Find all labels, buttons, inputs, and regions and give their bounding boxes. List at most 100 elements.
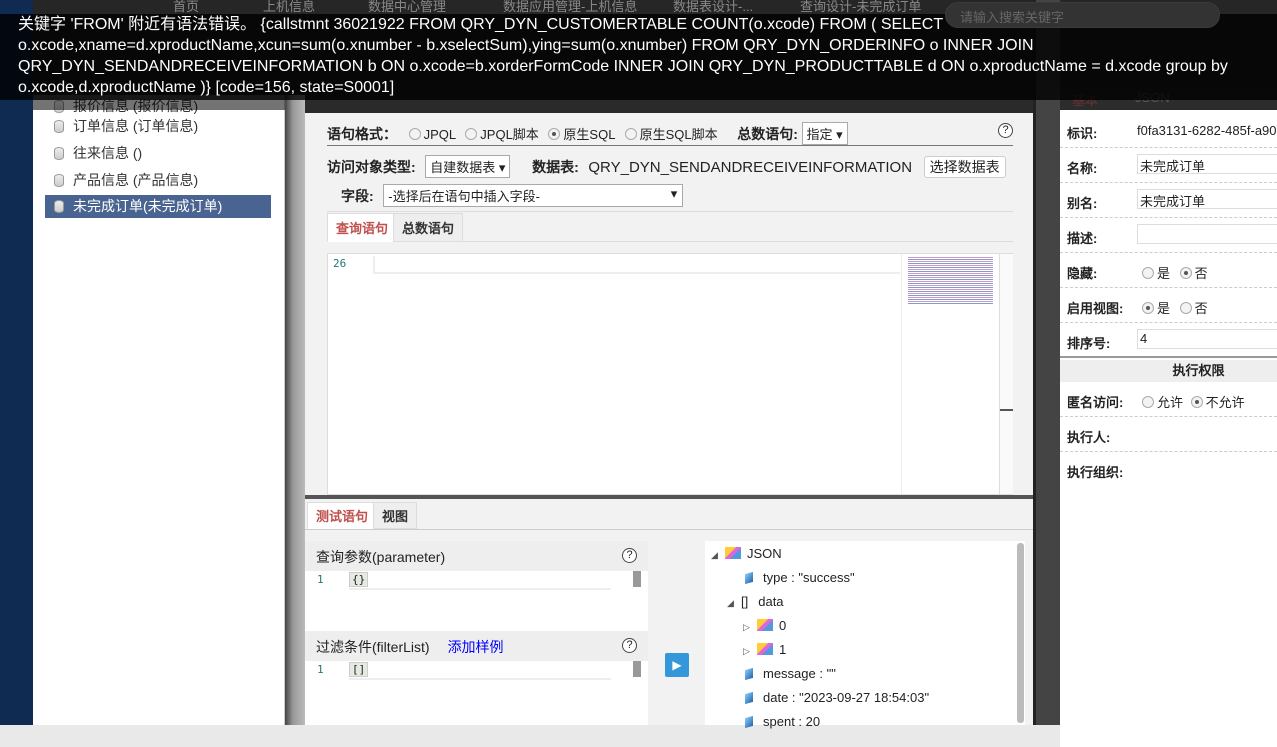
tab-machine-info[interactable]: 上机信息	[263, 0, 315, 14]
prop-exec-org: 执行组织:	[1067, 465, 1124, 480]
database-icon	[54, 200, 64, 213]
tab-data-center[interactable]: 数据中心管理	[368, 0, 446, 14]
field-select[interactable]: -选择后在语句中插入字段- ▾	[383, 184, 684, 207]
tab-home[interactable]: 首页	[173, 0, 199, 14]
tree-node[interactable]: date : "2023-09-27 18:54:03"	[745, 690, 929, 705]
prop-executor: 执行人:	[1060, 417, 1277, 452]
list-item[interactable]: 订单信息 (订单信息)	[45, 115, 271, 138]
filter-editor[interactable]: []	[349, 661, 611, 680]
count-select[interactable]: 指定 ▾	[801, 122, 848, 145]
tab-test-statement[interactable]: 测试语句	[307, 502, 378, 529]
access-select[interactable]: 自建数据表 ▾	[425, 155, 511, 178]
tab-query-statement[interactable]: 查询语句	[327, 213, 398, 242]
run-button[interactable]: ▶	[665, 653, 689, 677]
param-editor[interactable]: {}	[349, 571, 611, 590]
scrollbar[interactable]	[1017, 543, 1024, 723]
radio-view-no[interactable]: 否	[1179, 301, 1208, 316]
section-exec-permission: 执行权限	[1060, 360, 1277, 382]
prop-order: 排序号: 4	[1060, 323, 1277, 358]
divider	[305, 495, 1033, 499]
choose-table-button[interactable]: 选择数据表	[923, 156, 1006, 178]
radio-hidden-no[interactable]: 否	[1179, 266, 1208, 281]
database-icon	[54, 174, 64, 187]
splitter[interactable]	[1033, 0, 1060, 725]
prop-name: 名称: 未完成订单	[1060, 148, 1277, 183]
radio-allow[interactable]: 允许	[1142, 395, 1183, 410]
prop-alias: 别名: 未完成订单	[1060, 183, 1277, 218]
tree-node[interactable]: message : ""	[745, 666, 836, 681]
count-label: 总数语句:	[737, 126, 798, 142]
name-input[interactable]: 未完成订单	[1137, 154, 1277, 174]
tree-node-root[interactable]: ◢ JSON	[711, 546, 782, 561]
scrollbar[interactable]	[633, 571, 641, 587]
prop-anon: 匿名访问: 允许 不允许	[1060, 382, 1277, 417]
database-icon	[54, 120, 64, 133]
current-line	[373, 256, 900, 274]
help-icon[interactable]: ?	[998, 123, 1013, 138]
sql-editor[interactable]: 26	[327, 253, 1013, 495]
radio-jpql[interactable]: JPQL	[408, 127, 456, 142]
object-icon	[757, 619, 773, 631]
scrollbar[interactable]	[999, 254, 1013, 494]
value-icon	[745, 691, 753, 705]
prop-hidden: 隐藏: 是 否	[1060, 253, 1277, 288]
param-title: 查询参数(parameter)	[316, 549, 446, 565]
field-label: 字段:	[341, 188, 374, 204]
object-icon	[725, 547, 741, 559]
list-item[interactable]: 往来信息 ()	[45, 142, 271, 165]
tab-data-app[interactable]: 数据应用管理-上机信息	[503, 0, 637, 14]
description-input[interactable]	[1137, 224, 1277, 244]
prop-id: 标识: f0fa3131-6282-485f-a90	[1060, 113, 1277, 148]
tab-view[interactable]: 视图	[373, 502, 418, 529]
app-sidebar	[0, 0, 33, 725]
radio-native-sql-script[interactable]: 原生SQL脚本	[624, 127, 718, 142]
tab-count-statement[interactable]: 总数语句	[393, 213, 464, 242]
order-input[interactable]: 4	[1137, 329, 1277, 349]
value-icon	[745, 571, 753, 585]
splitter[interactable]	[285, 95, 305, 725]
add-sample-link[interactable]: 添加样例	[448, 639, 504, 655]
line-number: 26	[333, 257, 347, 270]
format-row: 语句格式： JPQL JPQL脚本 原生SQL 原生SQL脚本 总数语句: 指定…	[327, 122, 1013, 146]
list-item-label: 往来信息 ()	[73, 145, 143, 161]
tab-table-design[interactable]: 数据表设计-...	[673, 0, 753, 14]
tree-node[interactable]: spent : 20	[745, 714, 820, 729]
radio-deny[interactable]: 不允许	[1190, 395, 1245, 410]
tab-query-design[interactable]: 查询设计-未完成订单	[800, 0, 921, 14]
result-tree: ◢ JSON type : "success" ◢[] data ▷ 0 ▷ 1 mes…	[705, 541, 1025, 729]
list-item-label: 未完成订单(未完成订单)	[73, 198, 223, 214]
tree-node[interactable]: ▷ 0	[743, 618, 786, 633]
field-row: 字段: -选择后在语句中插入字段- ▾	[341, 184, 684, 207]
table-list: 报价信息 (报价信息) 订单信息 (订单信息) 往来信息 () 产品信息 (产品…	[33, 95, 285, 725]
tree-node[interactable]: type : "success"	[745, 570, 855, 585]
minimap[interactable]	[901, 254, 999, 494]
line-number: 1	[317, 663, 324, 676]
help-icon[interactable]: ?	[622, 638, 637, 653]
scrollbar[interactable]	[633, 661, 641, 677]
alias-input[interactable]: 未完成订单	[1137, 189, 1277, 209]
list-item[interactable]: 产品信息 (产品信息)	[45, 169, 271, 192]
test-tabs: 测试语句 视图	[305, 500, 1033, 530]
radio-view-yes[interactable]: 是	[1142, 301, 1170, 316]
object-icon	[757, 643, 773, 655]
list-item-label: 订单信息 (订单信息)	[73, 118, 199, 134]
help-icon[interactable]: ?	[622, 548, 637, 563]
array-icon: []	[741, 594, 749, 609]
editor-tabs: 查询语句 总数语句	[327, 211, 1013, 242]
tree-node[interactable]: ◢[] data	[727, 594, 784, 609]
list-item-label: 产品信息 (产品信息)	[73, 172, 199, 188]
access-row: 访问对象类型: 自建数据表 ▾ 数据表: QRY_DYN_SENDANDRECE…	[327, 155, 1006, 178]
table-label: 数据表:	[532, 159, 579, 175]
format-label: 语句格式：	[327, 126, 397, 142]
tree-node[interactable]: ▷ 1	[743, 642, 786, 657]
radio-jpql-script[interactable]: JPQL脚本	[465, 127, 539, 142]
radio-native-sql[interactable]: 原生SQL	[548, 127, 615, 142]
line-number: 1	[317, 573, 324, 586]
param-panel: 查询参数(parameter)? 1 {} 过滤条件(filterList) 添加…	[305, 541, 648, 725]
prop-desc: 描述:	[1060, 218, 1277, 253]
database-icon	[54, 147, 64, 160]
radio-hidden-yes[interactable]: 是	[1142, 266, 1170, 281]
search-input[interactable]: 请输入搜索关键字	[945, 2, 1220, 28]
list-item-selected[interactable]: 未完成订单(未完成订单)	[45, 195, 271, 218]
property-panel: 标识: f0fa3131-6282-485f-a90 名称: 未完成订单 别名: 未完…	[1060, 110, 1277, 747]
